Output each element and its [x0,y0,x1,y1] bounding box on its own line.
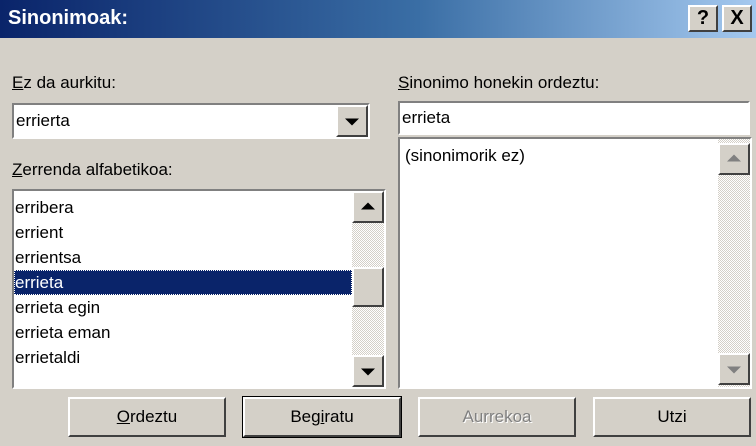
close-button[interactable]: X [722,5,752,32]
list-item[interactable]: errietaldi [14,345,352,370]
synonyms-dialog: Sinonimoak: ? X Ez da aurkitu: errierta … [0,0,756,446]
synonyms-items: (sinonimorik ez) [404,143,714,383]
replace-with-input[interactable]: errieta [398,101,750,135]
not-found-dropdown-button[interactable] [336,105,368,137]
chevron-down-icon [727,366,741,374]
not-found-label: Ez da aurkitu: [12,73,116,92]
alphabetical-list-label: Zerrenda alfabetikoa: [12,160,173,179]
chevron-down-icon [345,118,359,126]
chevron-up-icon [361,202,375,210]
list-item[interactable]: errientsa [14,245,352,270]
synonyms-listbox[interactable]: (sinonimorik ez) [398,137,752,389]
not-found-combobox[interactable]: errierta [12,103,370,139]
syn-scroll-down-button[interactable] [718,353,750,385]
list-item[interactable]: erribera [14,195,352,220]
synonyms-scrollbar[interactable] [718,139,750,387]
lookup-button[interactable]: Begiratu [242,396,402,438]
alphabetical-listbox[interactable]: erribera errient errientsa errieta errieta e… [12,189,386,389]
previous-button[interactable]: Aurrekoa [418,397,576,437]
title-bar[interactable]: Sinonimoak: ? X [0,0,756,38]
not-found-value: errierta [16,111,70,130]
list-item[interactable]: errieta [14,270,352,295]
chevron-down-icon [361,368,375,376]
alphabetical-items: erribera errient errientsa errieta errieta e… [14,195,352,385]
scroll-thumb[interactable] [352,267,384,307]
scroll-up-button[interactable] [352,191,384,223]
replace-with-value: errieta [402,108,451,127]
list-item[interactable]: (sinonimorik ez) [404,143,714,168]
alphabetical-scrollbar[interactable] [352,191,384,387]
scroll-down-button[interactable] [352,355,384,387]
list-item[interactable]: errient [14,220,352,245]
cancel-button[interactable]: Utzi [593,397,751,437]
chevron-up-icon [727,154,741,162]
window-title: Sinonimoak: [8,7,129,29]
replace-with-label: Sinonimo honekin ordeztu: [398,73,600,92]
syn-scroll-up-button[interactable] [718,143,750,175]
help-button[interactable]: ? [688,5,718,32]
list-item[interactable]: errieta eman [14,320,352,345]
list-item[interactable]: errieta egin [14,295,352,320]
replace-button[interactable]: Ordeztu [68,397,226,437]
